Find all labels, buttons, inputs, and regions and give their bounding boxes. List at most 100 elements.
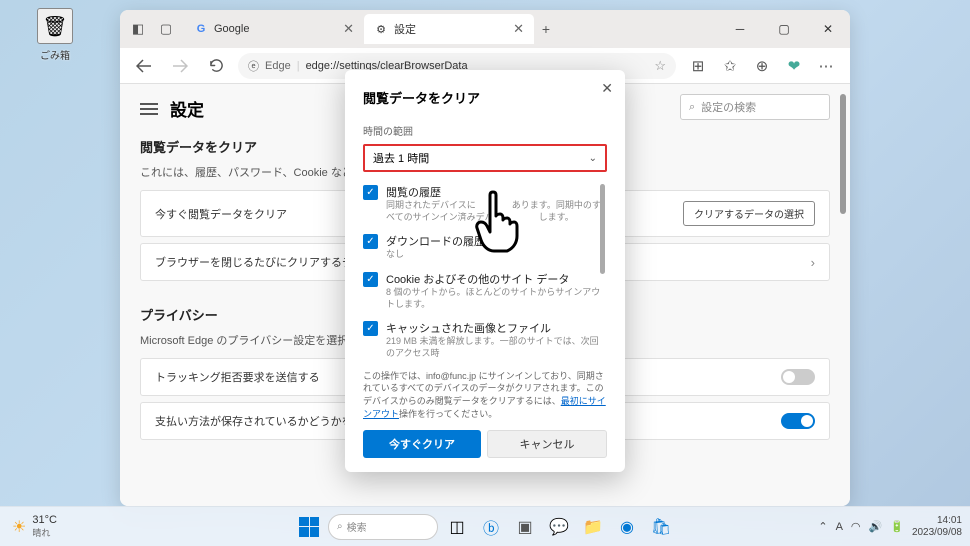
row-label: トラッキング拒否要求を送信する [155, 369, 320, 385]
forward-button[interactable] [166, 52, 194, 80]
menu-icon[interactable]: ⋯ [812, 52, 840, 80]
item-sub: なし [386, 249, 607, 261]
temperature: 31°C [32, 514, 57, 526]
tab-google[interactable]: G Google ✕ [184, 14, 364, 44]
chat-icon[interactable]: 💬 [544, 512, 574, 542]
page-title: 設定 [170, 96, 204, 121]
bing-icon[interactable]: ⓑ [476, 512, 506, 542]
battery-icon[interactable]: 🔋 [890, 520, 904, 533]
checkbox-checked-icon[interactable] [363, 321, 378, 336]
ime-indicator[interactable]: A [836, 521, 843, 533]
gear-icon: ⚙ [374, 22, 388, 36]
back-button[interactable] [130, 52, 158, 80]
tray-chevron-icon[interactable]: ⌃ [818, 520, 827, 533]
check-cache[interactable]: キャッシュされた画像とファイル219 MB 未満を解放します。一部のサイトでは、… [363, 320, 607, 359]
item-title: キャッシュされた画像とファイル [386, 320, 607, 336]
choose-data-button[interactable]: クリアするデータの選択 [683, 201, 815, 226]
modal-title: 閲覧データをクリア [363, 88, 607, 107]
search-placeholder: 検索 [347, 519, 367, 534]
modal-footer: 今すぐクリア キャンセル [363, 430, 607, 458]
search-placeholder: 設定の検索 [701, 99, 756, 115]
checkbox-checked-icon[interactable] [363, 272, 378, 287]
edge-icon[interactable]: ◉ [612, 512, 642, 542]
checkbox-checked-icon[interactable] [363, 234, 378, 249]
settings-search[interactable]: ⌕ 設定の検索 [680, 94, 830, 120]
clear-data-modal: ✕ 閲覧データをクリア 時間の範囲 過去 1 時間 ⌄ 閲覧の履歴同期されたデバ… [345, 70, 625, 472]
google-favicon: G [194, 22, 208, 36]
hamburger-icon[interactable] [140, 103, 158, 115]
row-label: ブラウザーを閉じるたびにクリアするデータ [155, 254, 375, 270]
health-icon[interactable]: ❤ [780, 52, 808, 80]
item-title: Cookie およびその他のサイト データ [386, 271, 607, 287]
clock[interactable]: 14:01 2023/09/08 [912, 515, 962, 539]
check-download-history[interactable]: ダウンロードの履歴なし [363, 233, 607, 261]
row-label: 今すぐ閲覧データをクリア [155, 206, 287, 222]
store-icon[interactable]: 🛍 [646, 512, 676, 542]
collections-icon[interactable]: ⊕ [748, 52, 776, 80]
taskbar: ☀ 31°C 晴れ ⌕ 検索 ◫ ⓑ ▣ 💬 📁 ◉ 🛍 ⌃ A ◠ 🔊 🔋 1… [0, 506, 970, 546]
check-browsing-history[interactable]: 閲覧の履歴同期されたデバイスに あります。同期中のすべてのサインイン済みデバイ … [363, 184, 607, 223]
star-icon[interactable]: ☆ [654, 58, 666, 74]
browser-window: ◧ ▢ G Google ✕ ⚙ 設定 ✕ + ─ ▢ ✕ ⓔ [120, 10, 850, 506]
tab-close-icon[interactable]: ✕ [513, 21, 524, 37]
cancel-button[interactable]: キャンセル [487, 430, 607, 458]
time-range-label: 時間の範囲 [363, 123, 607, 138]
check-cookies[interactable]: Cookie およびその他のサイト データ8 個のサイトから。ほとんどのサイトか… [363, 271, 607, 310]
workspace-icon[interactable]: ◧ [130, 21, 146, 37]
search-icon: ⌕ [689, 101, 695, 114]
start-button[interactable] [294, 512, 324, 542]
item-sub: 219 MB 未満を解放します。一部のサイトでは、次回のアクセス時 [386, 336, 607, 359]
clear-now-button[interactable]: 今すぐクリア [363, 430, 481, 458]
date: 2023/09/08 [912, 527, 962, 539]
chevron-right-icon: › [811, 255, 815, 270]
volume-icon[interactable]: 🔊 [869, 520, 883, 533]
weather-widget[interactable]: ☀ 31°C 晴れ [0, 514, 69, 539]
favorites-icon[interactable]: ✩ [716, 52, 744, 80]
window-controls: ─ ▢ ✕ [718, 10, 850, 48]
tab-close-icon[interactable]: ✕ [343, 21, 354, 37]
system-tray: ⌃ A ◠ 🔊 🔋 14:01 2023/09/08 [818, 515, 962, 539]
tab-title: 設定 [394, 21, 503, 37]
wifi-icon[interactable]: ◠ [851, 520, 861, 533]
chevron-down-icon: ⌄ [589, 153, 597, 164]
modal-info-text: この操作では、info@func.jp にサインインしており、同期されているすべ… [363, 370, 607, 420]
item-sub: 8 個のサイトから。ほとんどのサイトからサインアウトします。 [386, 287, 607, 310]
taskbar-search[interactable]: ⌕ 検索 [328, 514, 438, 540]
desktop-recycle-bin[interactable]: 🗑 ごみ箱 [30, 8, 80, 64]
modal-scrollbar-thumb[interactable] [600, 184, 605, 274]
new-tab-button[interactable]: + [534, 17, 558, 41]
close-button[interactable]: ✕ [806, 10, 850, 48]
check-list: 閲覧の履歴同期されたデバイスに あります。同期中のすべてのサインイン済みデバイ … [363, 184, 607, 360]
item-title: 閲覧の履歴 [386, 184, 607, 200]
modal-close-button[interactable]: ✕ [601, 80, 613, 97]
search-icon: ⌕ [337, 521, 343, 532]
titlebar: ◧ ▢ G Google ✕ ⚙ 設定 ✕ + ─ ▢ ✕ [120, 10, 850, 48]
page-scrollbar[interactable] [838, 84, 848, 506]
time-range-select[interactable]: 過去 1 時間 ⌄ [363, 144, 607, 172]
checkbox-checked-icon[interactable] [363, 185, 378, 200]
toggle-on[interactable] [781, 413, 815, 429]
edge-icon: ⓔ [248, 58, 259, 74]
recycle-bin-label: ごみ箱 [40, 51, 70, 62]
widgets-icon[interactable]: ▣ [510, 512, 540, 542]
time-range-value: 過去 1 時間 [373, 150, 429, 166]
taskview-icon[interactable]: ◫ [442, 512, 472, 542]
toggle-off[interactable] [781, 369, 815, 385]
item-sub: 同期されたデバイスに あります。同期中のすべてのサインイン済みデバイ します。 [386, 200, 607, 223]
url-label: Edge [265, 60, 291, 72]
tab-strip: G Google ✕ ⚙ 設定 ✕ + [184, 10, 718, 48]
minimize-button[interactable]: ─ [718, 10, 762, 48]
row-label: 支払い方法が保存されているかどうかを [155, 413, 353, 429]
scrollbar-thumb[interactable] [840, 94, 846, 214]
explorer-icon[interactable]: 📁 [578, 512, 608, 542]
time: 14:01 [912, 515, 962, 527]
maximize-button[interactable]: ▢ [762, 10, 806, 48]
refresh-button[interactable] [202, 52, 230, 80]
condition: 晴れ [32, 526, 57, 539]
sun-icon: ☀ [12, 517, 26, 537]
tab-actions-icon[interactable]: ▢ [158, 21, 174, 37]
tab-settings[interactable]: ⚙ 設定 ✕ [364, 14, 534, 44]
item-title: ダウンロードの履歴 [386, 233, 607, 249]
taskbar-center: ⌕ 検索 ◫ ⓑ ▣ 💬 📁 ◉ 🛍 [294, 512, 676, 542]
extension-icon[interactable]: ⊞ [684, 52, 712, 80]
